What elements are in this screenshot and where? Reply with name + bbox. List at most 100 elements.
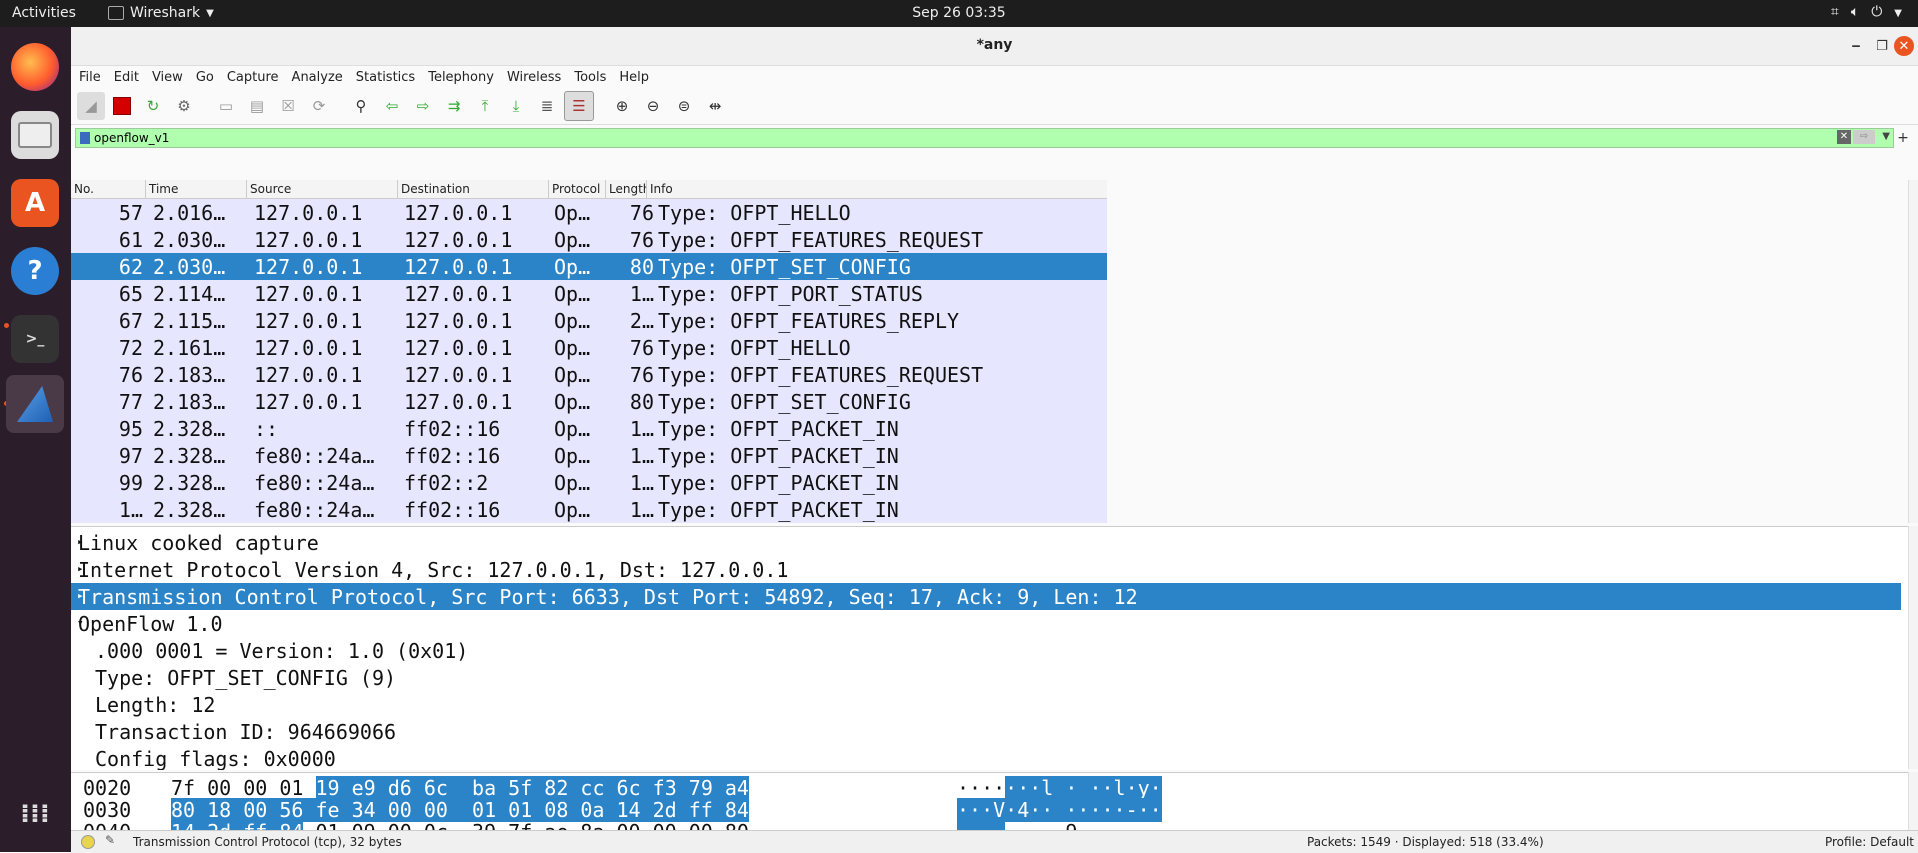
menu-wireless[interactable]: Wireless xyxy=(507,70,561,85)
status-profile[interactable]: Profile: Default xyxy=(1825,835,1914,849)
detail-tree-item[interactable]: ▸ Transmission Control Protocol, Src Port… xyxy=(71,583,1901,610)
zoom-out-icon[interactable]: ⊖ xyxy=(639,92,667,120)
go-forward-icon[interactable]: ⇨ xyxy=(409,92,437,120)
close-button[interactable]: ✕ xyxy=(1894,36,1914,56)
packet-row[interactable]: 65 2.114… 127.0.0.1 127.0.0.1 Op… 1… Type: OFP… xyxy=(71,280,1107,307)
go-to-packet-icon[interactable]: ⇉ xyxy=(440,92,468,120)
packet-cell-dst: 127.0.0.1 xyxy=(404,336,513,360)
packet-row[interactable]: 76 2.183… 127.0.0.1 127.0.0.1 Op… 76 Type: OFP… xyxy=(71,361,1107,388)
detail-tree-item[interactable]: ▸ Linux cooked capture xyxy=(71,529,1901,556)
detail-tree-item[interactable]: Config flags: 0x0000 xyxy=(71,745,1901,770)
wireshark-fin-icon xyxy=(108,6,124,20)
packet-cell-dst: ff02::16 xyxy=(404,498,501,522)
expert-info-icon[interactable] xyxy=(81,835,95,849)
packet-row[interactable]: 61 2.030… 127.0.0.1 127.0.0.1 Op… 76 Type: OFP… xyxy=(71,226,1107,253)
menu-help[interactable]: Help xyxy=(619,70,649,85)
apps-grid-icon[interactable]: ⁞⁞⁞ xyxy=(11,790,59,838)
app-menu[interactable]: Wireshark ▼ xyxy=(108,5,214,21)
reload-file-icon[interactable]: ⟳ xyxy=(305,92,333,120)
display-filter-input[interactable]: openflow_v1 ✕ ⇨ ▼ xyxy=(75,128,1894,148)
packet-cell-no: 99 xyxy=(118,471,143,495)
hex-bytes-highlighted: 80 18 00 56 fe 34 00 00 01 01 08 0a 14 2… xyxy=(171,798,749,822)
packet-details-scrollbar[interactable] xyxy=(1908,526,1918,769)
hex-ascii-plain: ···· xyxy=(957,776,1006,800)
minimize-button[interactable]: ‒ xyxy=(1846,36,1866,56)
volume-icon: 🔈︎ xyxy=(1850,4,1860,20)
menu-statistics[interactable]: Statistics xyxy=(356,70,415,85)
packet-bytes-scrollbar[interactable] xyxy=(1908,772,1918,830)
bookmark-icon[interactable] xyxy=(80,132,90,144)
display-filter-value[interactable]: openflow_v1 xyxy=(94,131,169,145)
detail-tree-item[interactable]: ▸ Internet Protocol Version 4, Src: 127.0… xyxy=(71,556,1901,583)
open-file-icon[interactable]: ▭ xyxy=(212,92,240,120)
column-protocol[interactable]: Protocol xyxy=(549,180,606,198)
find-packet-icon[interactable]: ⚲ xyxy=(347,92,375,120)
maximize-button[interactable]: ❐ xyxy=(1872,36,1892,56)
zoom-in-icon[interactable]: ⊕ xyxy=(608,92,636,120)
close-file-icon[interactable]: ☒ xyxy=(274,92,302,120)
packet-cell-no: 57 xyxy=(118,201,143,225)
go-first-packet-icon[interactable]: ⤒ xyxy=(471,92,499,120)
detail-tree-item[interactable]: Transaction ID: 964669066 xyxy=(71,718,1901,745)
menu-go[interactable]: Go xyxy=(196,70,214,85)
column-destination[interactable]: Destination xyxy=(398,180,549,198)
packet-row[interactable]: 72 2.161… 127.0.0.1 127.0.0.1 Op… 76 Type: OFP… xyxy=(71,334,1107,361)
packet-row[interactable]: 57 2.016… 127.0.0.1 127.0.0.1 Op… 76 Type: OFP… xyxy=(71,199,1107,226)
menu-capture[interactable]: Capture xyxy=(227,70,279,85)
clear-filter-icon[interactable]: ✕ xyxy=(1837,130,1851,144)
files-icon[interactable] xyxy=(11,111,59,159)
autoscroll-icon[interactable]: ≣ xyxy=(533,92,561,120)
stop-capture-icon[interactable] xyxy=(108,92,136,120)
terminal-icon[interactable]: >_ xyxy=(11,315,59,363)
go-last-packet-icon[interactable]: ⤓ xyxy=(502,92,530,120)
clock[interactable]: Sep 26 03:35 xyxy=(0,5,1918,21)
packet-row[interactable]: 97 2.328… fe80::24a… ff02::16 Op… 1… Type: OFP… xyxy=(71,442,1107,469)
filter-history-icon[interactable]: ▼ xyxy=(1882,131,1890,142)
wireshark-icon[interactable] xyxy=(6,375,64,433)
column-source[interactable]: Source xyxy=(247,180,398,198)
capture-options-icon[interactable]: ⚙ xyxy=(170,92,198,120)
menu-view[interactable]: View xyxy=(152,70,183,85)
hex-ascii: ···V·4·· ·····-·· xyxy=(957,798,1162,822)
packet-cell-proto: Op… xyxy=(554,336,591,360)
go-back-icon[interactable]: ⇦ xyxy=(378,92,406,120)
packet-cell-no: 62 xyxy=(118,255,143,279)
detail-tree-item[interactable]: Length: 12 xyxy=(71,691,1901,718)
menu-telephony[interactable]: Telephony xyxy=(428,70,494,85)
add-filter-button-icon[interactable]: + xyxy=(1894,130,1912,146)
colorize-icon[interactable]: ☰ xyxy=(564,91,594,121)
detail-tree-item[interactable]: ▾ OpenFlow 1.0 xyxy=(71,610,1901,637)
resize-columns-icon[interactable]: ⇹ xyxy=(701,92,729,120)
menu-edit[interactable]: Edit xyxy=(114,70,139,85)
packet-row[interactable]: 99 2.328… fe80::24a… ff02::2 Op… 1… Type: OFPT… xyxy=(71,469,1107,496)
menu-file[interactable]: File xyxy=(79,70,101,85)
menu-analyze[interactable]: Analyze xyxy=(292,70,343,85)
activities-button[interactable]: Activities xyxy=(12,5,76,21)
packet-cell-dst: ff02::2 xyxy=(404,471,489,495)
menu-tools[interactable]: Tools xyxy=(574,70,606,85)
column-time[interactable]: Time xyxy=(146,180,247,198)
detail-tree-item[interactable]: .000 0001 = Version: 1.0 (0x01) xyxy=(71,637,1901,664)
packet-cell-time: 2.016… xyxy=(153,201,226,225)
packet-row[interactable]: 62 2.030… 127.0.0.1 127.0.0.1 Op… 80 Type: OFP… xyxy=(71,253,1107,280)
app-menu-label: Wireshark xyxy=(130,5,201,21)
software-icon[interactable]: A xyxy=(11,179,59,227)
save-file-icon[interactable]: ▤ xyxy=(243,92,271,120)
system-tray[interactable]: ⌗ 🔈︎ ⏻ ▼ xyxy=(1831,4,1902,24)
capture-comment-icon[interactable]: ✎ xyxy=(105,833,115,847)
help-icon[interactable]: ? xyxy=(11,247,59,295)
restart-capture-icon[interactable]: ↻ xyxy=(139,92,167,120)
column-info[interactable]: Info xyxy=(647,180,1107,198)
start-capture-icon[interactable]: ◢ xyxy=(77,92,105,120)
zoom-normal-icon[interactable]: ⊜ xyxy=(670,92,698,120)
column-length[interactable]: Length xyxy=(606,180,647,198)
packet-row[interactable]: 1… 2.328… fe80::24a… ff02::16 Op… 1… Type: OFP… xyxy=(71,496,1107,523)
packet-row[interactable]: 67 2.115… 127.0.0.1 127.0.0.1 Op… 2… Type: OFP… xyxy=(71,307,1107,334)
firefox-icon[interactable] xyxy=(11,43,59,91)
column-no[interactable]: No. xyxy=(71,180,146,198)
packet-row[interactable]: 77 2.183… 127.0.0.1 127.0.0.1 Op… 80 Type: OFP… xyxy=(71,388,1107,415)
detail-tree-item[interactable]: Type: OFPT_SET_CONFIG (9) xyxy=(71,664,1901,691)
apply-filter-icon[interactable]: ⇨ xyxy=(1853,130,1875,144)
packet-list-scrollbar[interactable] xyxy=(1908,180,1918,523)
packet-row[interactable]: 95 2.328…:: ff02::16 Op… 1… Type: OFPT_PACKET… xyxy=(71,415,1107,442)
